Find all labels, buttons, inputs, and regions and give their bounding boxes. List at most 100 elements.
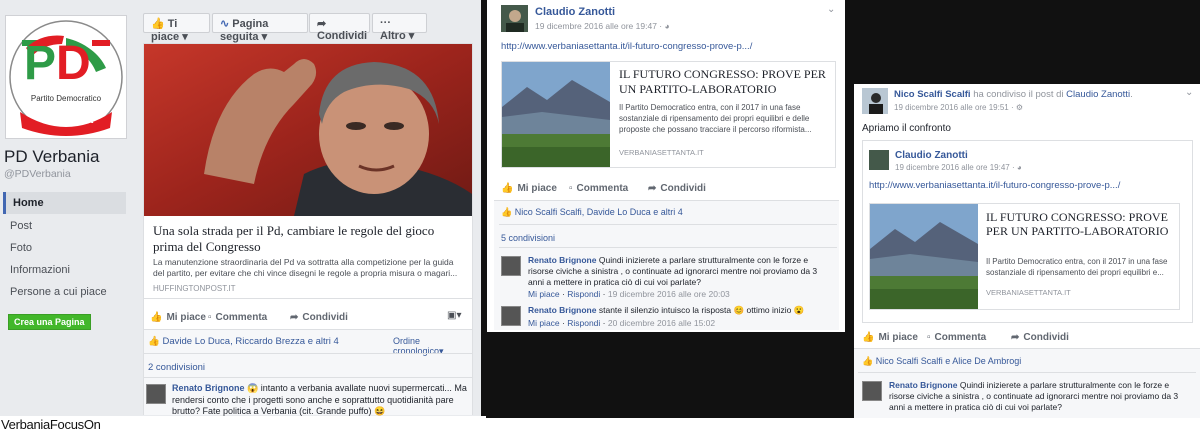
comment-meta: Mi piace · Rispondi · 19 dicembre 2016 a… — [528, 289, 730, 299]
post-date-text: 19 dicembre 2016 alle ore 19:47 — [535, 21, 657, 31]
chevron-down-icon[interactable]: ⌄ — [827, 4, 835, 15]
post-like-button[interactable]: 👍 Mi piace — [501, 183, 557, 194]
avatar[interactable] — [501, 306, 521, 326]
sharer-name[interactable]: Nico Scalfi Scalfi — [894, 89, 971, 100]
avatar[interactable] — [501, 256, 521, 276]
inner-url[interactable]: http://www.verbaniasettanta.it/il-futuro… — [869, 180, 1120, 191]
inner-date-text: 19 dicembre 2016 alle ore 19:47 — [895, 163, 1010, 172]
post-date[interactable]: 19 dicembre 2016 alle ore 19:47 · ◕ — [535, 21, 670, 31]
link-preview[interactable]: IL FUTURO CONGRESSO: PROVE PER UN PARTIT… — [869, 203, 1180, 310]
divider — [499, 224, 837, 225]
post-panel-claudio: Claudio Zanotti 19 dicembre 2016 alle or… — [487, 0, 845, 332]
nav-item-post[interactable]: Post — [10, 220, 32, 232]
like-reaction-icon: 👍 — [501, 207, 513, 217]
comment-like-link[interactable]: Mi piace — [528, 289, 560, 299]
share-label: Condividi — [302, 312, 348, 323]
post-date[interactable]: 19 dicembre 2016 alle ore 19:51 · ⚙ — [894, 103, 1023, 112]
emoji-grin-icon: 😆 — [373, 406, 386, 416]
post-share-button[interactable]: ➦ Condividi — [1011, 332, 1069, 343]
divider — [858, 372, 1196, 373]
post-url[interactable]: http://www.verbaniasettanta.it/il-futuro… — [501, 41, 752, 52]
nav-item-home[interactable]: Home — [3, 192, 126, 214]
comment-date[interactable]: 19 dicembre 2016 alle ore 20:03 — [608, 289, 730, 299]
shared-post-card[interactable]: Claudio Zanotti 19 dicembre 2016 alle or… — [862, 140, 1193, 323]
post-card: Una sola strada per il Pd, cambiare le r… — [143, 43, 473, 418]
avatar[interactable] — [501, 5, 528, 32]
comment-reply-link[interactable]: Rispondi — [567, 318, 600, 328]
share-arrow-icon: ➦ — [290, 312, 299, 323]
likes-summary[interactable]: 👍 Davide Lo Duca, Riccardo Brezza e altr… — [148, 336, 339, 347]
avatar[interactable] — [869, 150, 889, 170]
link-title: IL FUTURO CONGRESSO: PROVE PER UN PARTIT… — [619, 67, 826, 96]
post-share-button[interactable]: ➦ Condividi — [648, 183, 706, 194]
avatar[interactable] — [862, 381, 882, 401]
likes-summary[interactable]: 👍 Nico Scalfi Scalfi, Davide Lo Duca e a… — [501, 207, 683, 218]
shares-count[interactable]: 2 condivisioni — [148, 362, 205, 373]
shares-count[interactable]: 5 condivisioni — [501, 233, 555, 243]
post-comment-button[interactable]: ▫ Commenta — [208, 312, 267, 323]
inner-author[interactable]: Claudio Zanotti — [895, 150, 968, 161]
page-handle[interactable]: @PDVerbania — [4, 168, 71, 180]
inner-date[interactable]: 19 dicembre 2016 alle ore 19:47 · ◕ — [895, 163, 1022, 172]
page-profile-picture[interactable]: PD Partito Democratico Verbania — [5, 15, 127, 139]
page-title[interactable]: PD Verbania — [4, 147, 99, 167]
chevron-down-icon: ▾ — [261, 31, 268, 43]
post-comment-button[interactable]: ▫ Commenta — [927, 332, 986, 343]
share-page-label: Condividi — [317, 30, 368, 42]
comment-icon: ▫ — [208, 312, 212, 323]
article-source: HUFFINGTONPOST.IT — [153, 284, 236, 293]
follow-page-button[interactable]: ∿ Pagina seguita ▾ — [212, 13, 308, 43]
nav-item-persone[interactable]: Persone a cui piace — [10, 286, 107, 298]
like-label: Mi piace — [166, 312, 206, 323]
globe-icon: ◕ — [1016, 163, 1022, 172]
comment-icon: ▫ — [927, 332, 931, 343]
like-page-button[interactable]: 👍 Ti piace ▾ — [143, 13, 210, 43]
nav-item-foto[interactable]: Foto — [10, 242, 32, 254]
post-comment-button[interactable]: ▫ Commenta — [569, 183, 628, 194]
article-photo[interactable] — [144, 44, 472, 216]
post-author[interactable]: Claudio Zanotti — [535, 6, 615, 18]
link-thumbnail — [870, 204, 978, 309]
link-preview[interactable]: IL FUTURO CONGRESSO: PROVE PER UN PARTIT… — [501, 61, 836, 168]
like-label: Mi piace — [517, 183, 557, 194]
comment-author[interactable]: Renato Brignone — [172, 383, 245, 393]
chevron-down-icon[interactable]: ⌄ — [1185, 87, 1193, 98]
chevron-down-icon: ▾ — [408, 30, 415, 42]
comment-reply-link[interactable]: Rispondi — [567, 289, 600, 299]
likes-summary[interactable]: 👍 Nico Scalfi Scalfi e Alice De Ambrogi — [862, 356, 1021, 367]
divider — [144, 377, 472, 378]
avatar[interactable] — [862, 88, 888, 114]
comment-author[interactable]: Renato Brignone — [528, 255, 596, 265]
original-author-link[interactable]: Claudio Zanotti — [1066, 89, 1130, 100]
comment-body: Renato Brignone stante il silenzio intui… — [528, 305, 828, 316]
comment-author[interactable]: Renato Brignone — [528, 305, 596, 315]
comment-label: Commenta — [215, 312, 268, 323]
post-like-button[interactable]: 👍 Mi piace — [150, 312, 206, 323]
create-page-button[interactable]: Crea una Pagina — [8, 314, 91, 330]
more-label: Altro — [380, 30, 406, 42]
gear-icon: ⚙ — [1015, 103, 1024, 112]
comment-author[interactable]: Renato Brignone — [889, 380, 957, 390]
image-icon: ▣▾ — [447, 310, 462, 321]
divider — [144, 298, 472, 299]
more-button[interactable]: ··· Altro ▾ — [372, 13, 427, 42]
article-headline[interactable]: Una sola strada per il Pd, cambiare le r… — [153, 223, 465, 255]
share-arrow-icon: ➦ — [317, 18, 327, 30]
comment-body: Renato Brignone 😱 intanto a verbania ava… — [172, 383, 468, 418]
link-source: VERBANIASETTANTA.IT — [986, 288, 1071, 297]
comment-like-link[interactable]: Mi piace — [528, 318, 560, 328]
audience-selector[interactable]: ▣▾ — [447, 310, 461, 321]
ellipsis-icon: ··· — [380, 17, 391, 29]
nav-item-informazioni[interactable]: Informazioni — [10, 264, 70, 276]
link-title: IL FUTURO CONGRESSO: PROVE PER UN PARTIT… — [986, 210, 1169, 238]
rss-icon: ∿ — [220, 18, 230, 30]
post-like-button[interactable]: 👍 Mi piace — [862, 332, 918, 343]
share-arrow-icon: ➦ — [648, 183, 657, 194]
comment-date[interactable]: 20 dicembre 2016 alle 15:02 — [608, 318, 715, 328]
logo-letter-p: P — [24, 37, 57, 90]
post-share-button[interactable]: ➦ Condividi — [290, 312, 348, 323]
logo-subtitle: Partito Democratico — [30, 94, 102, 103]
avatar[interactable] — [146, 384, 166, 404]
comment-text: stante il silenzio intuisco la risposta — [598, 305, 732, 315]
share-page-button[interactable]: ➦ Condividi — [309, 13, 370, 42]
